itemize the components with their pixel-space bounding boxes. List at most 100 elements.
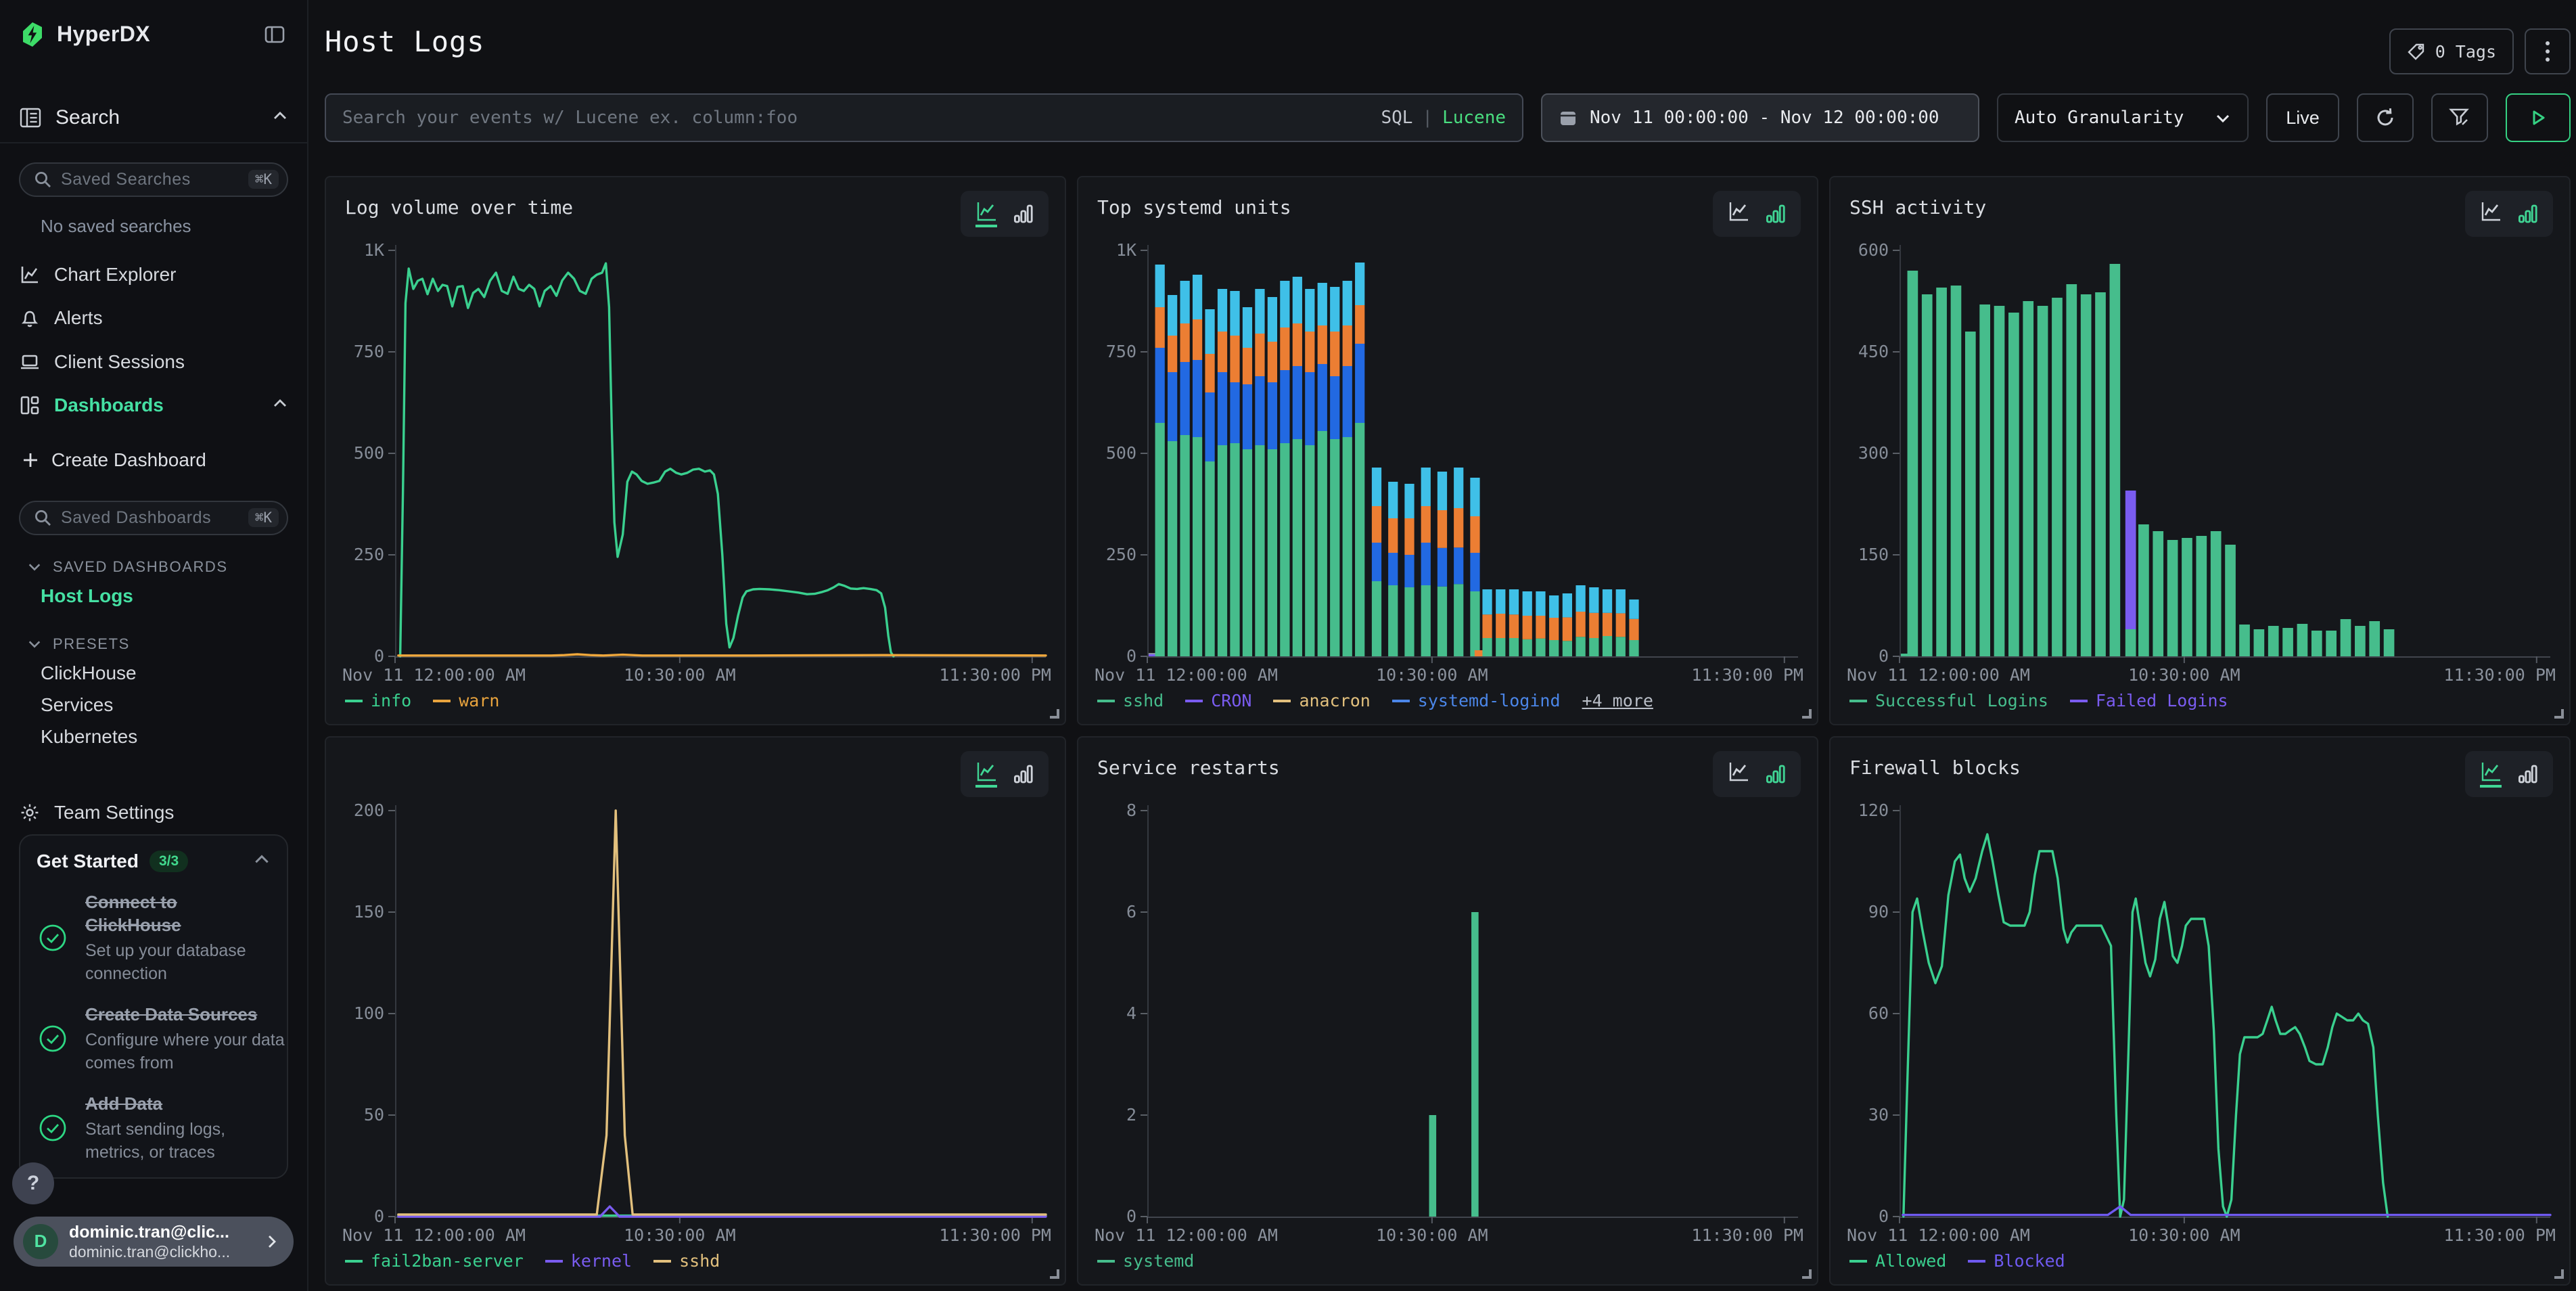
chart-legend: Allowed Blocked	[1849, 1251, 2065, 1271]
sidebar-item-dashboards[interactable]: Dashboards	[0, 384, 307, 427]
section-saved-dashboards[interactable]: SAVED DASHBOARDS	[0, 554, 307, 581]
live-button[interactable]: Live	[2266, 93, 2339, 142]
legend-item[interactable]: Successful Logins	[1849, 691, 2048, 710]
chart-plot[interactable]: 0150300450600Nov 11 12:00:00 AM10:30:00 …	[1847, 226, 2556, 692]
chart-legend: fail2ban-server kernel sshd	[345, 1251, 720, 1271]
svg-text:500: 500	[354, 443, 384, 463]
svg-text:250: 250	[1106, 545, 1136, 564]
panel-resize-handle[interactable]	[2554, 1269, 2564, 1279]
bell-icon	[19, 307, 41, 329]
chart-plot[interactable]: 0306090120Nov 11 12:00:00 AM10:30:00 AM1…	[1847, 786, 2556, 1252]
legend-item[interactable]: Blocked	[1968, 1251, 2065, 1271]
legend-item[interactable]: +4 more	[1582, 691, 1653, 710]
legend-item[interactable]: Allowed	[1849, 1251, 1946, 1271]
panel-resize-handle[interactable]	[1050, 1269, 1059, 1279]
help-button[interactable]: ?	[12, 1162, 54, 1204]
line-chart-toggle-icon[interactable]	[2480, 200, 2502, 227]
panel-menu-button[interactable]	[2525, 28, 2571, 74]
panel-resize-handle[interactable]	[1802, 709, 1812, 719]
saved-searches-input[interactable]: Saved Searches ⌘K	[19, 162, 288, 197]
lucene-toggle[interactable]: Lucene	[1442, 108, 1506, 128]
svg-text:Nov 11 12:00:00 AM: Nov 11 12:00:00 AM	[1847, 1225, 2030, 1245]
sidebar-item-services[interactable]: Services	[0, 689, 307, 721]
run-query-button[interactable]	[2506, 93, 2571, 142]
chart-legend: systemd	[1097, 1251, 1194, 1271]
sidebar-item-alerts[interactable]: Alerts	[0, 296, 307, 340]
chart-plot[interactable]: 050100150200Nov 11 12:00:00 AM10:30:00 A…	[342, 786, 1051, 1252]
bar-chart-toggle-icon[interactable]	[1766, 764, 1786, 784]
sidebar-item-clickhouse[interactable]: ClickHouse	[0, 658, 307, 689]
line-chart-toggle-icon[interactable]	[975, 761, 997, 788]
section-presets[interactable]: PRESETS	[0, 631, 307, 658]
line-chart-toggle-icon[interactable]	[1728, 200, 1749, 227]
chart-plot[interactable]: 02468Nov 11 12:00:00 AM10:30:00 AM11:30:…	[1095, 786, 1803, 1252]
chart-legend: sshd CRON anacron systemd-logind +4 more	[1097, 691, 1653, 710]
app-root: HyperDX Search Saved Searches ⌘K No save…	[0, 0, 2576, 1291]
legend-item[interactable]: systemd-logind	[1392, 691, 1561, 710]
svg-text:50: 50	[364, 1105, 384, 1125]
date-range-input[interactable]: Nov 11 00:00:00 - Nov 12 00:00:00	[1541, 93, 1979, 142]
chart-plot[interactable]: 02505007501KNov 11 12:00:00 AM10:30:00 A…	[342, 226, 1051, 692]
tags-button[interactable]: 0 Tags	[2389, 28, 2514, 74]
legend-item[interactable]: sshd	[1097, 691, 1164, 710]
bar-chart-toggle-icon[interactable]	[2518, 204, 2538, 224]
line-chart-toggle-icon[interactable]	[975, 200, 997, 227]
get-started-item-add-data[interactable]: Add Data Start sending logs, metrics, or…	[37, 1092, 271, 1164]
shortcut-badge: ⌘K	[248, 508, 279, 527]
create-dashboard-button[interactable]: Create Dashboard	[0, 438, 307, 481]
legend-dash	[1097, 700, 1115, 702]
svg-text:0: 0	[374, 1206, 384, 1226]
get-started-item-connect[interactable]: Connect to ClickHouse Set up your databa…	[37, 890, 271, 985]
sidebar-item-host-logs[interactable]: Host Logs	[0, 581, 307, 612]
panel-resize-handle[interactable]	[1802, 1269, 1812, 1279]
user-menu[interactable]: D dominic.tran@clic... dominic.tran@clic…	[14, 1217, 294, 1267]
granularity-select[interactable]: Auto Granularity	[1997, 93, 2249, 142]
refresh-button[interactable]	[2357, 93, 2414, 142]
svg-text:Nov 11 12:00:00 AM: Nov 11 12:00:00 AM	[342, 1225, 526, 1245]
legend-item[interactable]: info	[345, 691, 411, 710]
sidebar-item-chart-explorer[interactable]: Chart Explorer	[0, 253, 307, 296]
filter-button[interactable]	[2431, 93, 2488, 142]
svg-text:200: 200	[354, 800, 384, 820]
sidebar-item-client-sessions[interactable]: Client Sessions	[0, 340, 307, 384]
bar-chart-toggle-icon[interactable]	[2518, 764, 2538, 784]
event-search-input[interactable]: Search your events w/ Lucene ex. column:…	[325, 93, 1523, 142]
bar-chart-toggle-icon[interactable]	[1766, 204, 1786, 224]
line-chart-toggle-icon[interactable]	[1728, 761, 1749, 788]
saved-dashboards-input[interactable]: Saved Dashboards ⌘K	[19, 501, 288, 535]
legend-item[interactable]: fail2ban-server	[345, 1251, 524, 1271]
legend-item[interactable]: systemd	[1097, 1251, 1194, 1271]
svg-text:Nov 11 12:00:00 AM: Nov 11 12:00:00 AM	[1847, 665, 2030, 685]
legend-label: Successful Logins	[1875, 691, 2048, 710]
legend-label: fail2ban-server	[371, 1251, 524, 1271]
chevron-down-icon	[27, 637, 42, 652]
sidebar-item-search[interactable]: Search	[0, 93, 307, 143]
legend-label: Failed Logins	[2096, 691, 2228, 710]
legend-item[interactable]: kernel	[545, 1251, 632, 1271]
sidebar-item-team-settings[interactable]: Team Settings	[0, 790, 307, 834]
legend-label: +4 more	[1582, 691, 1653, 710]
legend-item[interactable]: Failed Logins	[2070, 691, 2228, 710]
bar-chart-toggle-icon[interactable]	[1013, 764, 1034, 784]
legend-item[interactable]: CRON	[1185, 691, 1251, 710]
legend-item[interactable]: sshd	[653, 1251, 720, 1271]
calendar-icon	[1559, 108, 1578, 127]
chevron-up-icon[interactable]	[253, 851, 271, 873]
collapse-sidebar-button[interactable]	[261, 21, 288, 48]
legend-item[interactable]: warn	[433, 691, 499, 710]
sidebar-item-kubernetes[interactable]: Kubernetes	[0, 721, 307, 752]
svg-text:0: 0	[1126, 646, 1136, 666]
legend-label: systemd-logind	[1418, 691, 1561, 710]
legend-item[interactable]: anacron	[1273, 691, 1370, 710]
line-chart-toggle-icon[interactable]	[2480, 761, 2502, 788]
panel-resize-handle[interactable]	[1050, 709, 1059, 719]
sql-toggle[interactable]: SQL	[1381, 108, 1412, 128]
get-started-item-sources[interactable]: Create Data Sources Configure where your…	[37, 1003, 271, 1074]
chart-legend: info warn	[345, 691, 499, 710]
chart-plot[interactable]: 02505007501KNov 11 12:00:00 AM10:30:00 A…	[1095, 226, 1803, 692]
panel-resize-handle[interactable]	[2554, 709, 2564, 719]
play-icon	[2529, 108, 2548, 127]
legend-dash	[653, 1260, 671, 1263]
bar-chart-toggle-icon[interactable]	[1013, 204, 1034, 224]
main-content: Host Logs 0 Tags Search your events w/ L…	[308, 0, 2576, 1291]
